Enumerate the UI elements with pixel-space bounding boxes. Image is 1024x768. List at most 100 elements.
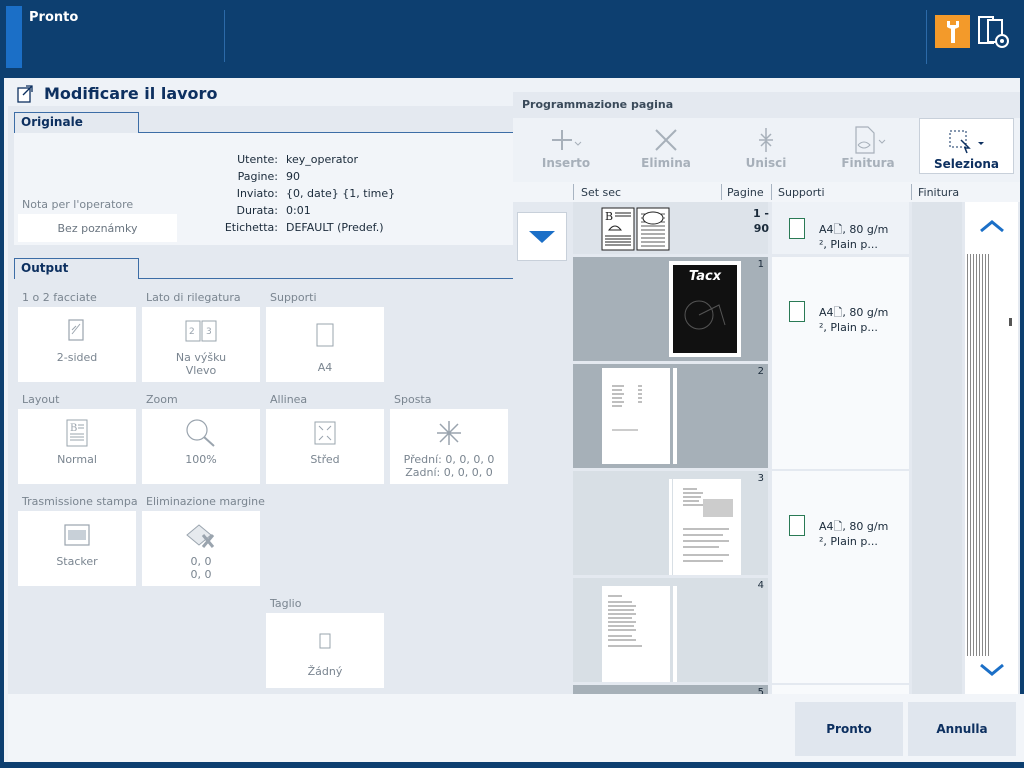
duplex-icon: [68, 319, 84, 341]
page-table: B 1 -90 A4🗋, 80 g/m ², Plain p... 1 Tacx…: [513, 202, 1020, 694]
media-cell[interactable]: A4🗋, 80 g/m ², Plain p...: [772, 202, 909, 254]
info-row-sent: Inviato: {0, date} {1, time}: [236, 187, 396, 200]
edit-job-window: Modificare il lavoro Originale Utente: ke…: [4, 78, 1024, 762]
align-tile[interactable]: Střed: [266, 409, 384, 484]
printer-settings-icon: [978, 16, 1009, 48]
delete-button[interactable]: Elimina: [633, 118, 699, 180]
maintenance-button[interactable]: [935, 15, 970, 48]
page-thumbnail-3[interactable]: 3: [573, 471, 768, 575]
layout-icon: B: [66, 419, 88, 447]
action-bar: Pronto Annulla: [8, 694, 1024, 762]
select-button[interactable]: Seleziona: [919, 118, 1014, 174]
set-page-range: 1 -90: [752, 207, 769, 235]
scroll-down-button[interactable]: [965, 646, 1018, 694]
tab-originale[interactable]: Originale: [14, 112, 139, 133]
info-row-duration: Durata: 0:01: [236, 204, 311, 217]
operator-note-field[interactable]: Bez poznámky: [18, 214, 177, 242]
finishing-icon: [855, 126, 886, 154]
operator-note-label: Nota per l'operatore: [22, 198, 134, 211]
tile-label: Supporti: [270, 291, 317, 304]
media-cell[interactable]: [772, 685, 909, 694]
chevron-up-icon: [979, 220, 1004, 233]
divider: [926, 10, 927, 64]
set-icon: B: [601, 207, 670, 251]
insert-icon: [552, 130, 582, 150]
page-thumbnail-2[interactable]: 2: [573, 364, 768, 468]
media-cell[interactable]: A4🗋, 80 g/m ², Plain p...: [772, 257, 909, 469]
binding-edge-tile[interactable]: 23 Na výšku Vlevo: [142, 307, 260, 382]
scrollbar[interactable]: [965, 202, 1018, 694]
job-settings-panel: Originale Utente: key_operator Pagine: 90 …: [8, 106, 513, 694]
system-settings-button[interactable]: [974, 14, 1014, 50]
svg-text:2: 2: [189, 327, 195, 337]
chevron-down-icon: [529, 230, 555, 243]
scroll-up-button[interactable]: [965, 202, 1018, 250]
align-icon: [314, 421, 336, 445]
trim-tile[interactable]: Žádný: [266, 613, 384, 688]
divider: [224, 10, 225, 62]
merge-button[interactable]: Unisci: [735, 118, 797, 180]
media-cell[interactable]: A4🗋, 80 g/m ², Plain p...: [772, 471, 909, 683]
panel-title: Programmazione pagina: [522, 98, 674, 111]
tile-label: Lato di rilegatura: [146, 291, 241, 304]
info-row-label: Etichetta: DEFAULT (Predef.): [224, 221, 384, 234]
column-header: Pagine: [727, 186, 764, 199]
shift-icon: [437, 421, 461, 445]
finishing-column: [912, 202, 962, 694]
shift-tile[interactable]: Přední: 0, 0, 0, 0 Zadní: 0, 0, 0, 0: [390, 409, 508, 484]
scroll-thumb[interactable]: [1009, 318, 1012, 326]
erase-margin-tile[interactable]: 0, 0 0, 0: [142, 511, 260, 586]
info-row-pages: Pagine: 90: [237, 170, 300, 183]
wrench-icon: [946, 20, 959, 43]
binding-icon: 23: [185, 320, 217, 342]
info-row-user: Utente: key_operator: [237, 153, 359, 166]
tab-output[interactable]: Output: [14, 258, 139, 279]
page-programming-toolbar: Inserto Elimina Unisci Finitura Selezion…: [513, 118, 1020, 182]
insert-button[interactable]: Inserto: [533, 118, 599, 180]
page-thumbnail-5[interactable]: 5: [573, 685, 768, 694]
zoom-tile[interactable]: 100%: [142, 409, 260, 484]
bike-trainer-icon: [684, 300, 726, 330]
edit-job-icon: [17, 85, 33, 103]
page-title: Modificare il lavoro: [44, 83, 218, 103]
output-delivery-tile[interactable]: Stacker: [18, 511, 136, 586]
select-icon: [949, 130, 984, 154]
scroll-track[interactable]: [967, 254, 989, 656]
svg-text:B: B: [605, 210, 613, 223]
media-icon: [789, 301, 805, 322]
tile-label: Zoom: [146, 393, 178, 406]
svg-text:B: B: [70, 423, 77, 434]
tile-label: Eliminazione margine: [146, 495, 265, 508]
tile-label: Taglio: [270, 597, 302, 610]
page-thumbnail-4[interactable]: 4: [573, 578, 768, 682]
merge-icon: [759, 128, 773, 152]
tile-label: Allinea: [270, 393, 308, 406]
tile-label: Sposta: [394, 393, 432, 406]
stacker-icon: [64, 524, 90, 546]
page-content-icon: [683, 488, 733, 562]
layout-tile[interactable]: B Normal: [18, 409, 136, 484]
cancel-button[interactable]: Annulla: [908, 702, 1016, 756]
delete-icon: [655, 129, 677, 151]
divider: [139, 278, 513, 279]
media-icon: [789, 515, 805, 536]
page-content-icon: [608, 595, 642, 647]
top-bar: Pronto: [0, 0, 1024, 76]
trim-icon: [319, 633, 331, 649]
media-icon: [789, 218, 805, 239]
ok-button[interactable]: Pronto: [795, 702, 903, 756]
finishing-button[interactable]: Finitura: [835, 118, 901, 180]
page-thumbnail-1[interactable]: 1 Tacx: [573, 257, 768, 361]
media-tile[interactable]: A4: [266, 307, 384, 382]
zoom-icon: [186, 419, 215, 447]
duplex-tile[interactable]: 2-sided: [18, 307, 136, 382]
column-header: Supporti: [778, 186, 825, 199]
media-icon: [316, 323, 334, 347]
svg-text:3: 3: [206, 327, 212, 337]
tile-label: 1 o 2 facciate: [22, 291, 97, 304]
page-programming-panel: Programmazione pagina Inserto Elimina Un…: [513, 92, 1020, 694]
expand-collapse-button[interactable]: [517, 212, 567, 261]
page-content-icon: [612, 385, 642, 431]
tile-label: Layout: [22, 393, 60, 406]
tile-label: Trasmissione stampa: [22, 495, 138, 508]
